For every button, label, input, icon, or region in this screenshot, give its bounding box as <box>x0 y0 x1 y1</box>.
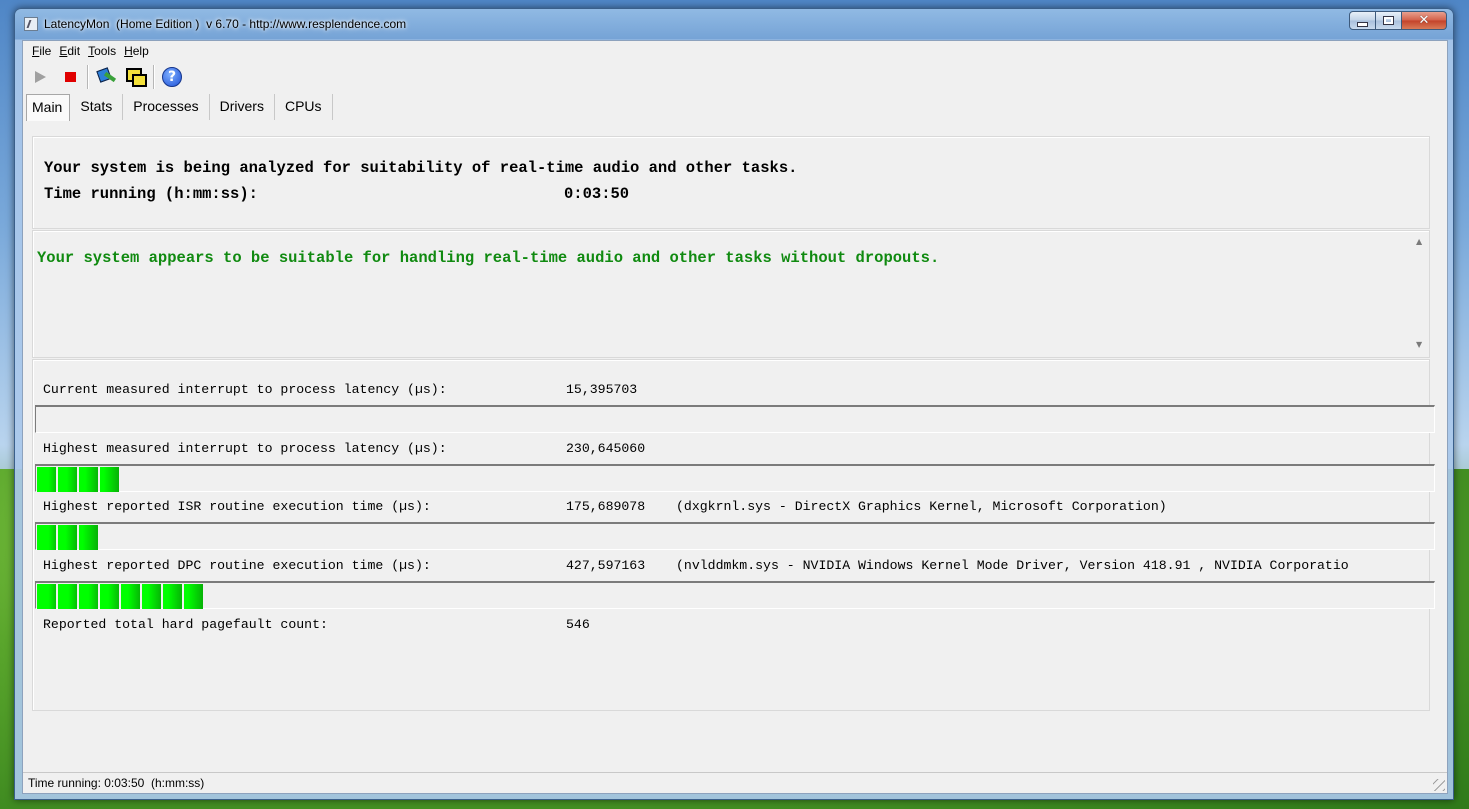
metric-detail: (nvlddmkm.sys - NVIDIA Windows Kernel Mo… <box>676 558 1349 573</box>
scroll-up-icon[interactable]: ▲ <box>1416 237 1422 246</box>
menu-tools[interactable]: Tools <box>84 41 120 60</box>
toolbar: ? <box>27 63 189 91</box>
pagefault-value: 546 <box>566 617 590 632</box>
tab-label: Stats <box>80 98 113 114</box>
status-text: Time running: 0:03:50 (h:mm:ss) <box>28 776 205 790</box>
bar-segment <box>142 584 161 609</box>
bar-segment <box>58 525 77 550</box>
bar-segment <box>184 584 203 609</box>
metric-value: 15,395703 <box>566 382 638 397</box>
menu-help[interactable]: Help <box>120 41 153 60</box>
close-button[interactable]: ✕ <box>1402 11 1447 30</box>
tab-label: Main <box>32 99 63 115</box>
verdict-panel: Your system appears to be suitable for h… <box>32 230 1430 358</box>
latency-bar <box>35 581 1435 609</box>
tab-label: Drivers <box>219 98 264 114</box>
analysis-status-text: Your system is being analyzed for suitab… <box>44 159 798 177</box>
metric-value: 230,645060 <box>566 441 646 456</box>
metric-label: Current measured interrupt to process la… <box>43 382 447 397</box>
bar-fill <box>37 525 100 550</box>
metric-label: Highest reported ISR routine execution t… <box>43 499 431 514</box>
minimize-button[interactable] <box>1349 11 1376 30</box>
bar-segment <box>79 467 98 492</box>
analysis-panel: Your system is being analyzed for suitab… <box>32 136 1430 229</box>
help-button[interactable]: ? <box>159 65 185 89</box>
title-bar[interactable]: LatencyMon (Home Edition ) v 6.70 - http… <box>15 9 1453 39</box>
resize-grip-icon[interactable] <box>1433 779 1445 791</box>
bar-segment <box>58 467 77 492</box>
bar-segment <box>100 467 119 492</box>
bar-segment <box>100 584 119 609</box>
maximize-button[interactable] <box>1376 11 1402 30</box>
tab-label: CPUs <box>284 98 322 114</box>
stop-icon <box>64 72 76 82</box>
start-button[interactable] <box>27 65 53 89</box>
window-controls: ✕ <box>1349 11 1447 31</box>
toolbar-separator <box>153 65 155 89</box>
app-icon[interactable] <box>24 17 38 31</box>
metric-label: Highest measured interrupt to process la… <box>43 441 447 456</box>
bar-fill <box>37 467 121 492</box>
menu-edit[interactable]: Edit <box>55 41 84 60</box>
verdict-scrollbar[interactable]: ▲ ▼ <box>1413 237 1425 349</box>
verdict-text: Your system appears to be suitable for h… <box>37 249 940 267</box>
bar-segment <box>37 584 56 609</box>
bar-segment <box>37 467 56 492</box>
toolbar-separator <box>87 65 89 89</box>
bar-segment <box>37 525 56 550</box>
tab-processes[interactable]: Processes <box>123 94 210 120</box>
bar-segment <box>121 584 140 609</box>
tab-cpus[interactable]: CPUs <box>275 94 333 120</box>
app-window: LatencyMon (Home Edition ) v 6.70 - http… <box>14 8 1454 800</box>
time-running-label: Time running (h:mm:ss): <box>44 185 258 203</box>
play-icon <box>34 71 46 83</box>
latency-bar <box>35 405 1435 433</box>
metric-detail: (dxgkrnl.sys - DirectX Graphics Kernel, … <box>676 499 1167 514</box>
minimize-icon <box>1357 21 1368 27</box>
metric-value: 175,689078 <box>566 499 646 514</box>
close-icon: ✕ <box>1418 13 1430 28</box>
status-bar: Time running: 0:03:50 (h:mm:ss) <box>23 772 1447 793</box>
metrics-panel: Current measured interrupt to process la… <box>32 359 1435 711</box>
window-title: LatencyMon (Home Edition ) v 6.70 - http… <box>44 17 407 31</box>
bar-segment <box>163 584 182 609</box>
bar-segment <box>58 584 77 609</box>
pagefault-label: Reported total hard pagefault count: <box>43 617 328 632</box>
windows-icon <box>126 68 147 87</box>
help-icon: ? <box>162 67 182 87</box>
time-running-value: 0:03:50 <box>564 185 630 203</box>
bar-fill <box>37 584 205 609</box>
tools-button[interactable] <box>93 65 119 89</box>
latency-bar <box>35 464 1435 492</box>
metric-label: Highest reported DPC routine execution t… <box>43 558 431 573</box>
bar-segment <box>79 525 98 550</box>
windows-button[interactable] <box>123 65 149 89</box>
bar-segment <box>79 584 98 609</box>
tools-icon <box>96 67 116 87</box>
metric-value: 427,597163 <box>566 558 646 573</box>
maximize-icon <box>1383 16 1394 25</box>
menu-bar: File Edit Tools Help <box>23 41 1447 60</box>
tab-main[interactable]: Main <box>26 94 71 121</box>
tab-drivers[interactable]: Drivers <box>210 94 275 120</box>
tab-label: Processes <box>133 98 199 114</box>
client-area: File Edit Tools Help ? Main Stats Proces… <box>22 40 1448 794</box>
latency-bar <box>35 522 1435 550</box>
tab-stats[interactable]: Stats <box>70 94 124 120</box>
stop-button[interactable] <box>57 65 83 89</box>
scroll-down-icon[interactable]: ▼ <box>1416 340 1422 349</box>
tab-bar: Main Stats Processes Drivers CPUs <box>26 94 333 121</box>
menu-file[interactable]: File <box>28 41 55 60</box>
